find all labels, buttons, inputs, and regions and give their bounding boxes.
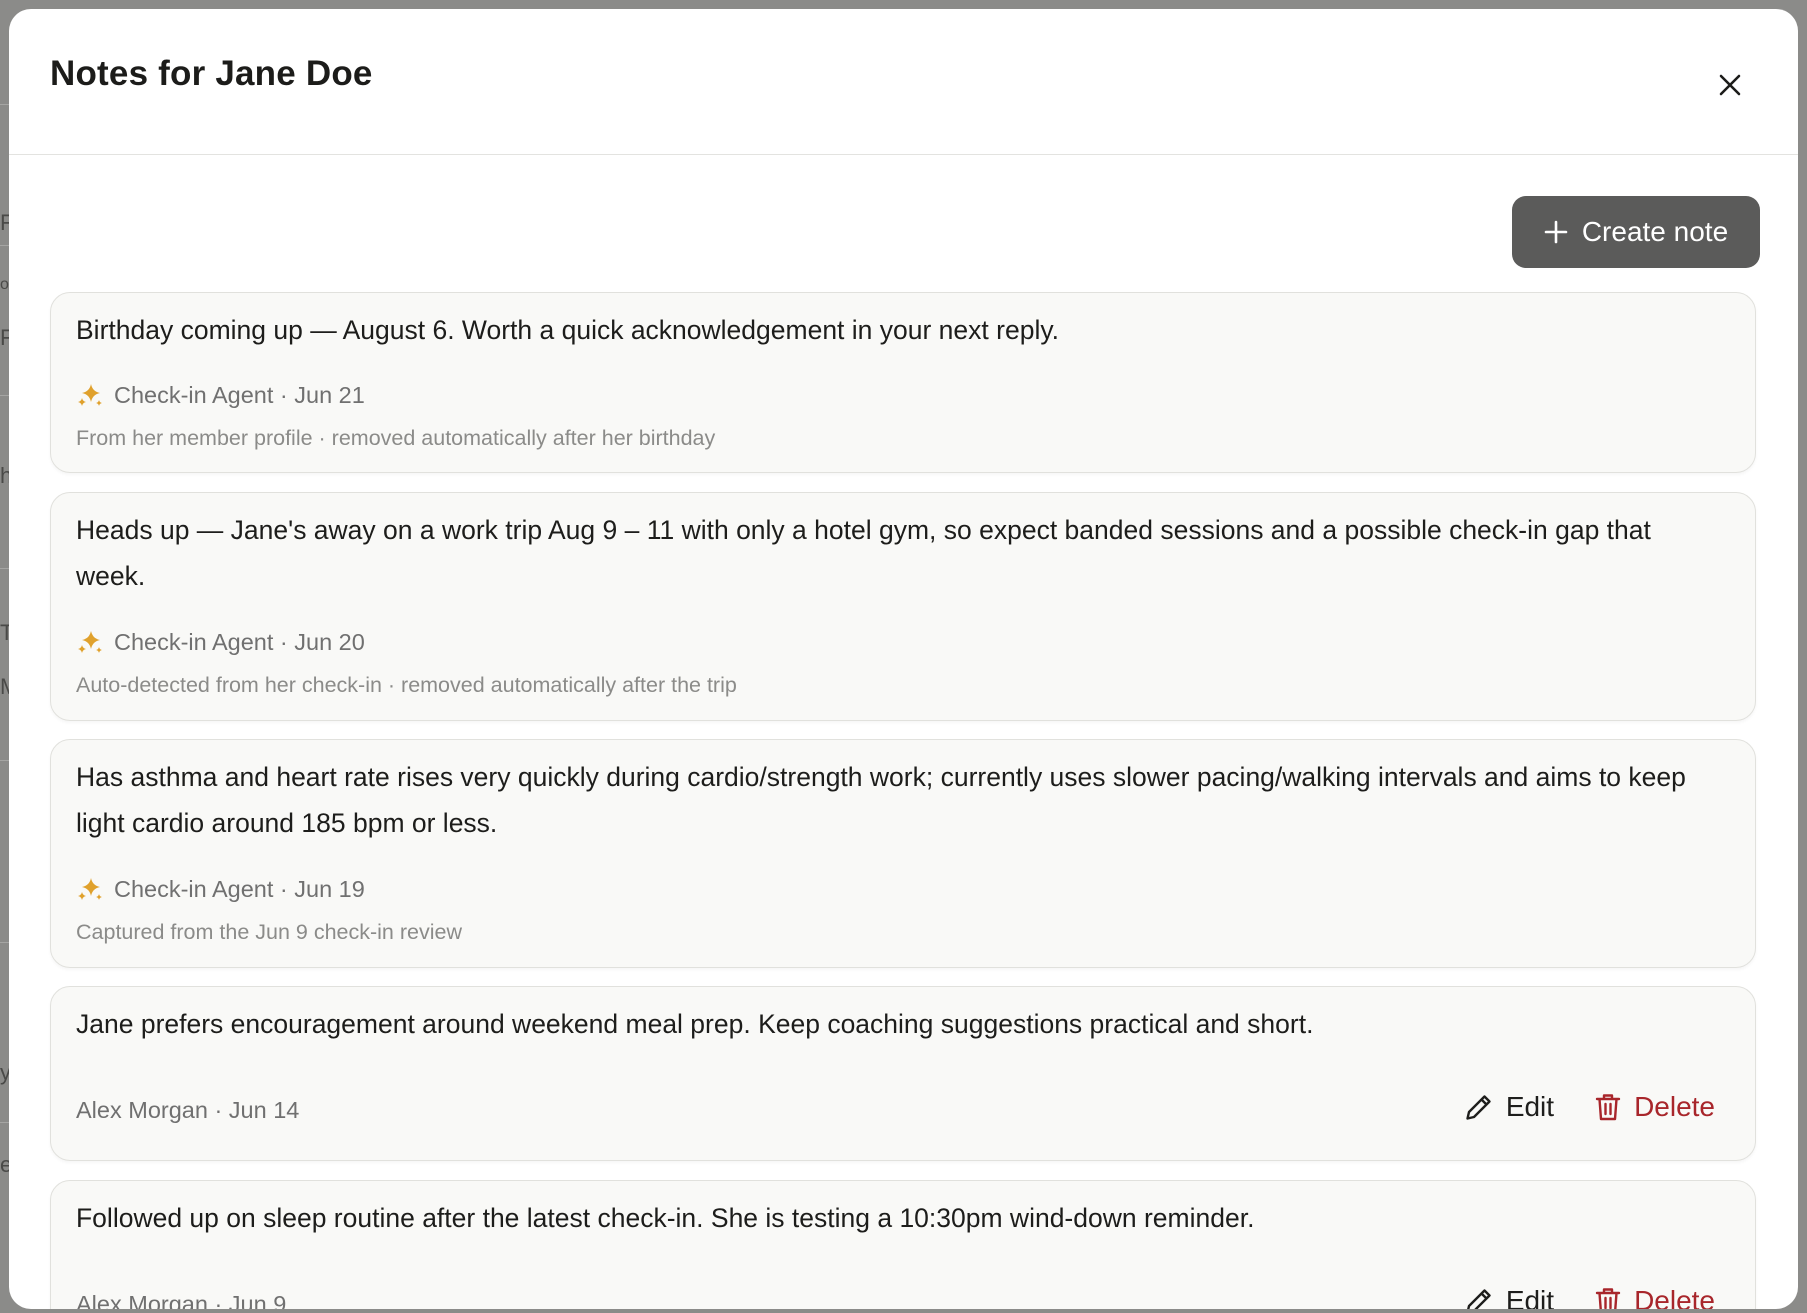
edit-button[interactable]: Edit xyxy=(1464,1285,1554,1309)
close-icon xyxy=(1719,74,1741,96)
delete-label: Delete xyxy=(1634,1285,1715,1309)
note-author-date: Alex Morgan · Jun 14 xyxy=(76,1097,300,1123)
background-divider xyxy=(0,760,9,761)
pencil-icon xyxy=(1466,1289,1491,1309)
create-note-button[interactable]: Create note xyxy=(1512,196,1760,268)
note-meta: Check-in Agent · Jun 20 xyxy=(76,628,365,656)
background-divider xyxy=(0,568,9,569)
plus-icon xyxy=(1544,220,1568,244)
delete-button[interactable]: Delete xyxy=(1594,1091,1715,1123)
edit-label: Edit xyxy=(1505,1285,1555,1309)
note-text: Birthday coming up — August 6. Worth a q… xyxy=(76,315,1059,345)
note-meta: Check-in Agent · Jun 19 xyxy=(76,875,365,903)
note-author-date: Alex Morgan · Jun 9 xyxy=(76,1291,287,1309)
note-author-date: Check-in Agent · Jun 21 xyxy=(114,381,365,408)
note-text: Jane prefers encouragement around weeken… xyxy=(76,1009,1314,1039)
note-meta: Alex Morgan · Jun 14 xyxy=(76,1097,299,1124)
note-card: Birthday coming up — August 6. Worth a q… xyxy=(50,292,1756,473)
close-button[interactable] xyxy=(1712,67,1748,103)
sparkle-icon xyxy=(78,631,102,653)
sparkle-icon xyxy=(78,878,102,900)
note-source: Auto-detected from her check-in · remove… xyxy=(76,673,737,697)
note-card: Has asthma and heart rate rises very qui… xyxy=(50,739,1756,968)
background-divider xyxy=(0,104,9,105)
note-author-date: Check-in Agent · Jun 19 xyxy=(114,875,365,902)
delete-button[interactable]: Delete xyxy=(1594,1285,1715,1309)
background-divider xyxy=(0,1122,9,1123)
note-meta: Check-in Agent · Jun 21 xyxy=(76,381,365,409)
note-text: Has asthma and heart rate rises very qui… xyxy=(76,762,1686,838)
sparkle-icon xyxy=(78,384,102,406)
background-text: o xyxy=(0,276,9,293)
note-actions: Edit Delete xyxy=(1464,1091,1715,1123)
note-source: From her member profile · removed automa… xyxy=(76,426,716,450)
background-divider xyxy=(0,245,9,246)
note-text: Heads up — Jane's away on a work trip Au… xyxy=(76,515,1651,591)
note-card: Heads up — Jane's away on a work trip Au… xyxy=(50,492,1756,721)
note-actions: Edit Delete xyxy=(1464,1285,1715,1309)
note-text: Followed up on sleep routine after the l… xyxy=(76,1203,1255,1233)
background-divider xyxy=(0,942,9,943)
notes-modal: Notes for Jane Doe Create note Birthday … xyxy=(9,9,1798,1309)
delete-label: Delete xyxy=(1634,1091,1715,1122)
note-card: Jane prefers encouragement around weeken… xyxy=(50,986,1756,1161)
create-note-label: Create note xyxy=(1581,216,1729,247)
note-source: Captured from the Jun 9 check-in review xyxy=(76,920,462,944)
note-author-date: Check-in Agent · Jun 20 xyxy=(114,628,365,655)
modal-header: Notes for Jane Doe xyxy=(9,9,1798,155)
background-divider xyxy=(0,395,9,396)
trash-icon xyxy=(1595,1288,1621,1309)
modal-title: Notes for Jane Doe xyxy=(50,54,373,93)
trash-icon xyxy=(1595,1094,1621,1121)
edit-button[interactable]: Edit xyxy=(1464,1091,1554,1123)
note-card: Followed up on sleep routine after the l… xyxy=(50,1180,1756,1309)
edit-label: Edit xyxy=(1505,1091,1555,1122)
note-meta: Alex Morgan · Jun 9 xyxy=(76,1291,286,1309)
pencil-icon xyxy=(1466,1095,1491,1120)
